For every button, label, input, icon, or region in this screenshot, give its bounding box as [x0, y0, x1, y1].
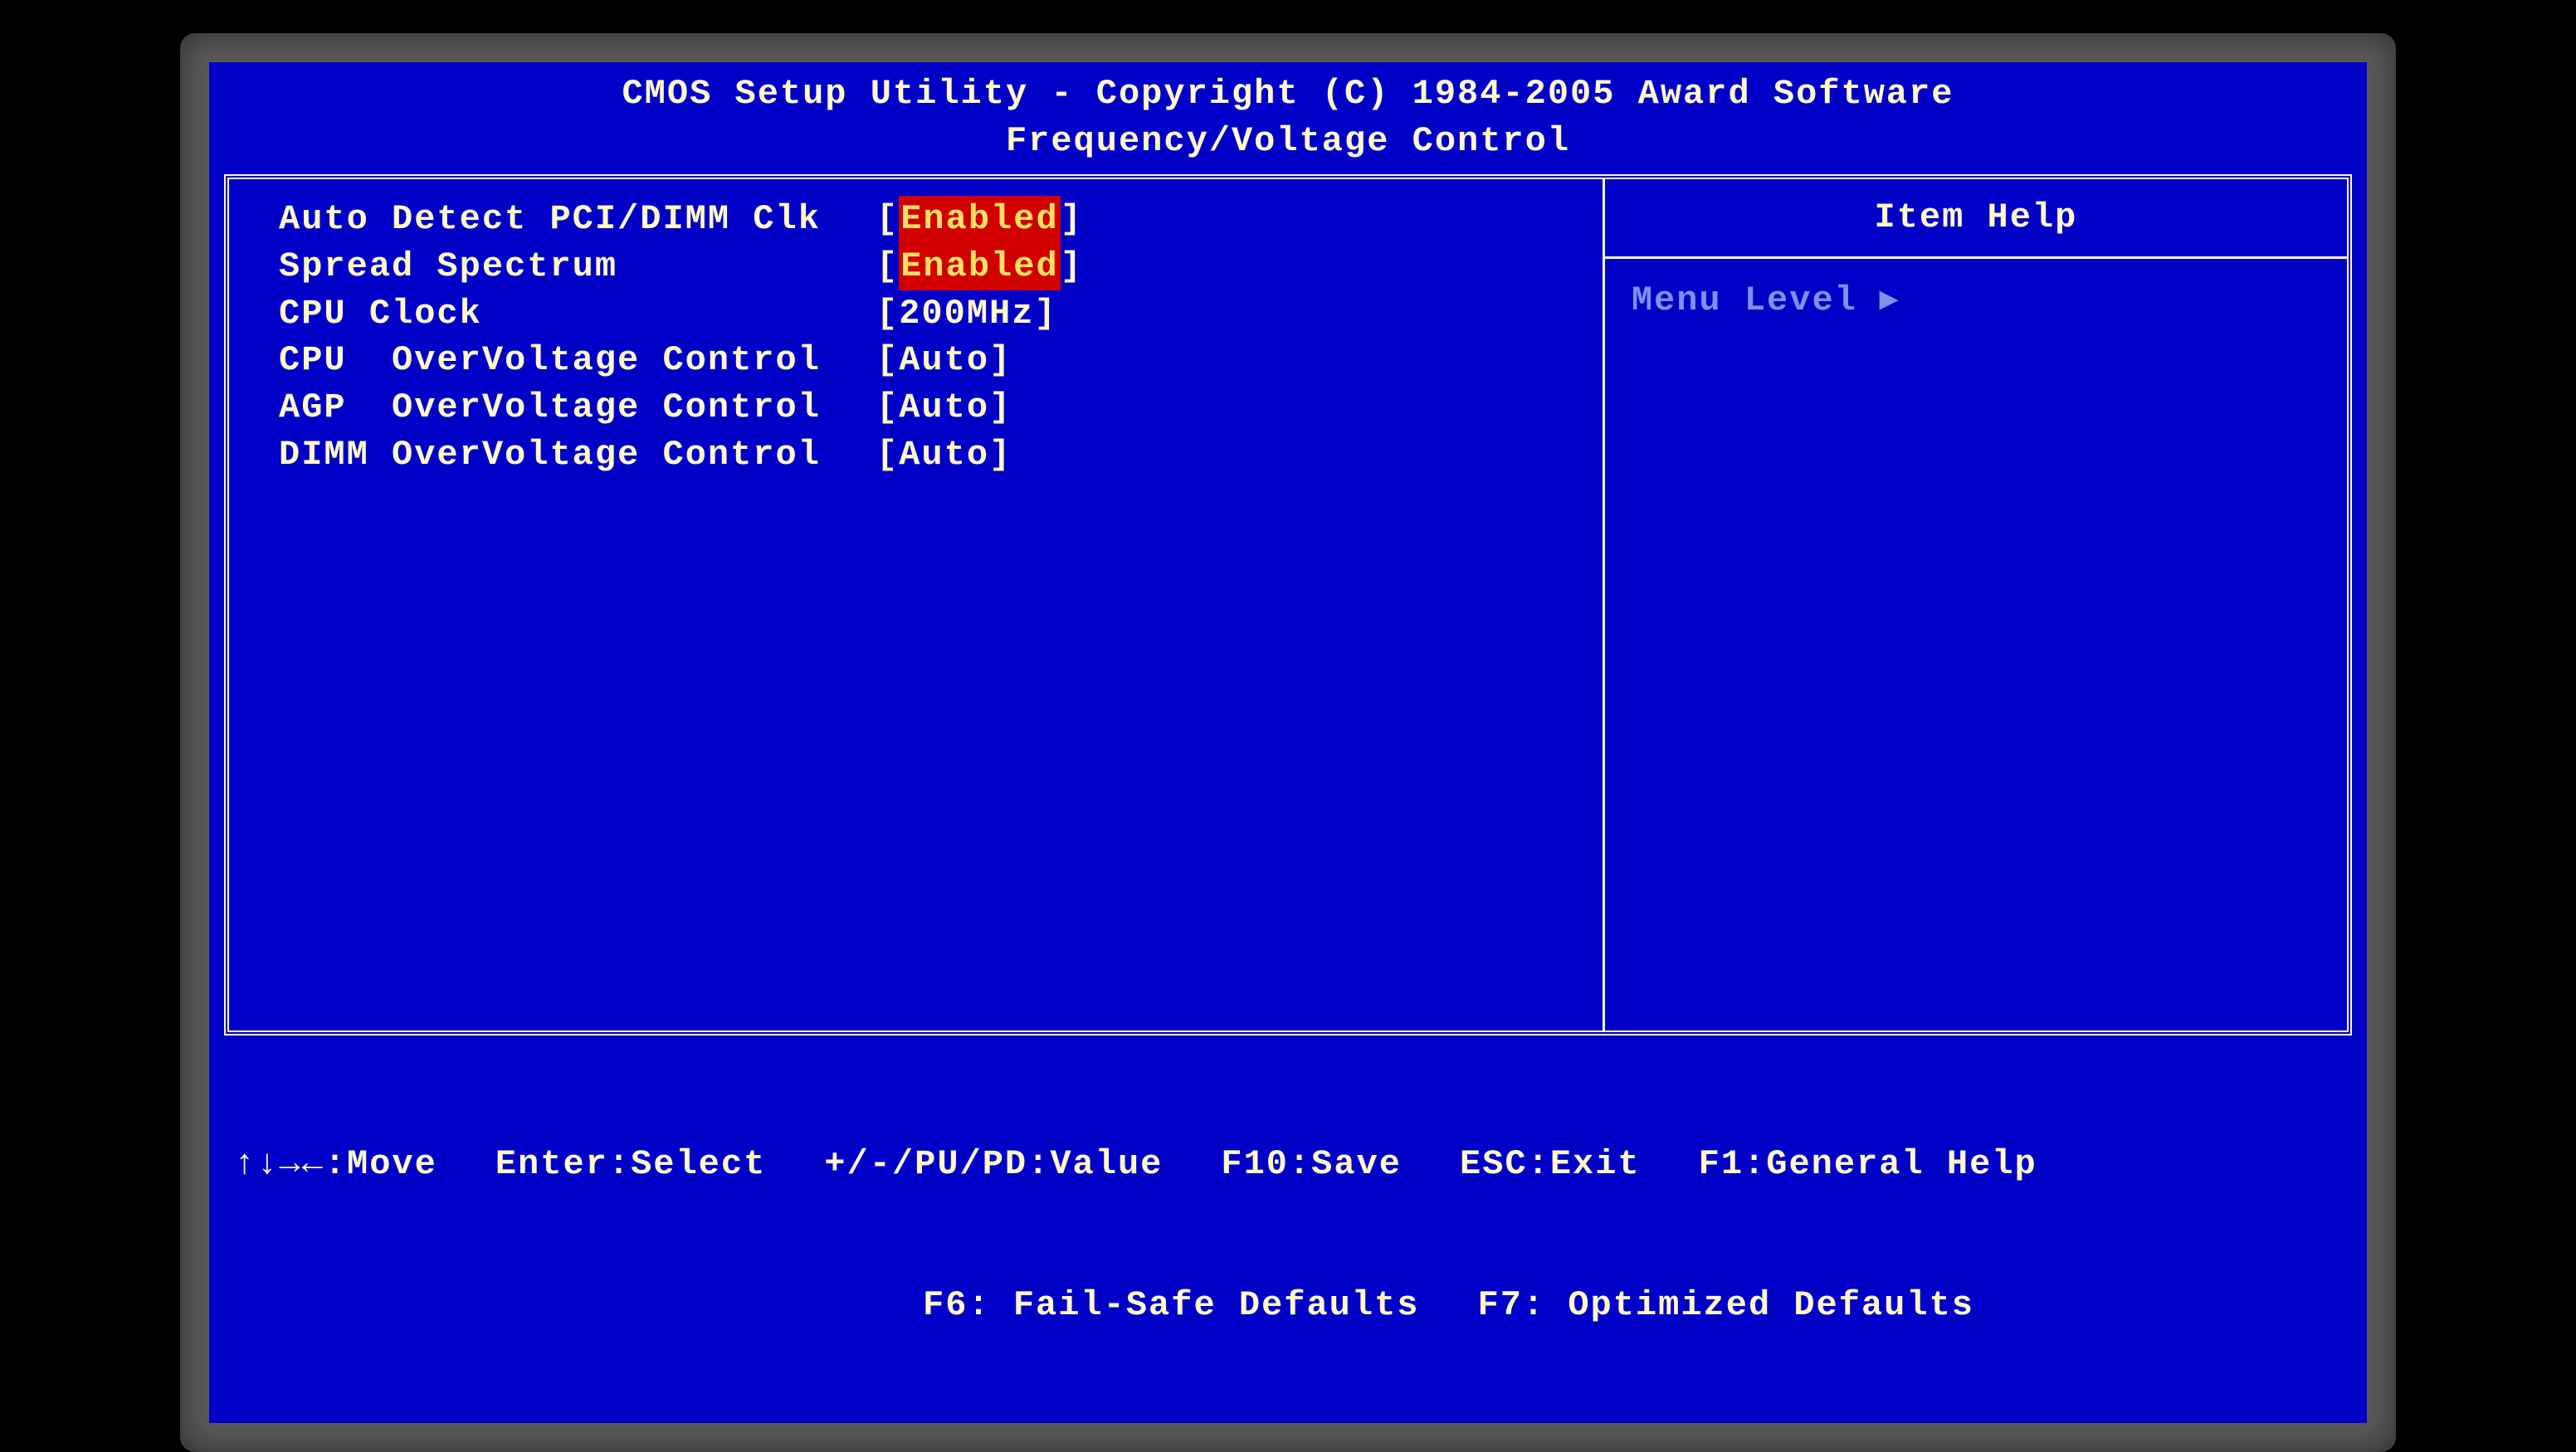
bracket-open: [	[876, 243, 899, 290]
setting-dimm-overvoltage[interactable]: DIMM OverVoltage Control [Auto]	[279, 431, 1578, 479]
bracket-open: [	[876, 384, 899, 431]
title-line1: CMOS Setup Utility - Copyright (C) 1984-…	[209, 71, 2367, 118]
monitor-bezel: CMOS Setup Utility - Copyright (C) 1984-…	[180, 33, 2396, 1452]
content-frame: Auto Detect PCI/DIMM Clk [Enabled] Sprea…	[224, 174, 2352, 1035]
setting-label: Auto Detect PCI/DIMM Clk	[279, 196, 876, 243]
setting-label: Spread Spectrum	[279, 243, 876, 290]
hint-select: Enter:Select	[495, 1141, 766, 1188]
hint-optimized: F7: Optimized Defaults	[1478, 1282, 1975, 1329]
setting-spread-spectrum[interactable]: Spread Spectrum [Enabled]	[279, 243, 1578, 290]
hint-failsafe: F6: Fail-Safe Defaults	[923, 1282, 1420, 1329]
help-title: Item Help	[1605, 179, 2347, 259]
bracket-open: [	[876, 290, 899, 338]
bracket-open: [	[876, 337, 899, 384]
setting-value: Auto	[899, 337, 989, 384]
help-pane: Item Help Menu Level ▸	[1605, 179, 2347, 1030]
menu-level-label: Menu Level	[1632, 280, 1857, 320]
bracket-close: ]	[989, 384, 1012, 431]
bracket-close: ]	[1034, 290, 1056, 338]
setting-value: Enabled	[899, 196, 1060, 243]
setting-label: AGP OverVoltage Control	[279, 384, 876, 431]
hint-general-help: F1:General Help	[1699, 1141, 2037, 1188]
bracket-close: ]	[1061, 196, 1083, 243]
setting-label: CPU OverVoltage Control	[279, 337, 876, 384]
hint-save: F10:Save	[1221, 1141, 1402, 1188]
help-body: Menu Level ▸	[1605, 259, 2347, 343]
title-block: CMOS Setup Utility - Copyright (C) 1984-…	[209, 62, 2367, 174]
hint-exit: ESC:Exit	[1460, 1141, 1641, 1188]
setting-value: Auto	[899, 431, 989, 479]
title-line2: Frequency/Voltage Control	[209, 118, 2367, 165]
footer-hints: ↑↓→←:Move Enter:Select +/-/PU/PD:Value F…	[209, 1035, 2367, 1424]
bracket-open: [	[876, 196, 899, 243]
bracket-open: [	[876, 431, 899, 479]
setting-value: Enabled	[899, 243, 1060, 290]
setting-value: Auto	[899, 384, 989, 431]
bios-screen: CMOS Setup Utility - Copyright (C) 1984-…	[209, 62, 2367, 1423]
hint-move: ↑↓→←:Move	[234, 1141, 437, 1188]
bracket-close: ]	[989, 431, 1012, 479]
setting-value: 200MHz	[899, 290, 1034, 338]
settings-pane: Auto Detect PCI/DIMM Clk [Enabled] Sprea…	[229, 179, 1605, 1030]
setting-cpu-clock[interactable]: CPU Clock [200MHz]	[279, 290, 1578, 338]
setting-agp-overvoltage[interactable]: AGP OverVoltage Control [Auto]	[279, 384, 1578, 431]
setting-cpu-overvoltage[interactable]: CPU OverVoltage Control [Auto]	[279, 337, 1578, 384]
bracket-close: ]	[989, 337, 1012, 384]
menu-level-arrow-icon: ▸	[1880, 280, 1899, 320]
setting-auto-detect-pci-dimm-clk[interactable]: Auto Detect PCI/DIMM Clk [Enabled]	[279, 196, 1578, 243]
bracket-close: ]	[1061, 243, 1083, 290]
setting-label: DIMM OverVoltage Control	[279, 431, 876, 479]
hint-value: +/-/PU/PD:Value	[824, 1141, 1163, 1188]
setting-label: CPU Clock	[279, 290, 876, 338]
